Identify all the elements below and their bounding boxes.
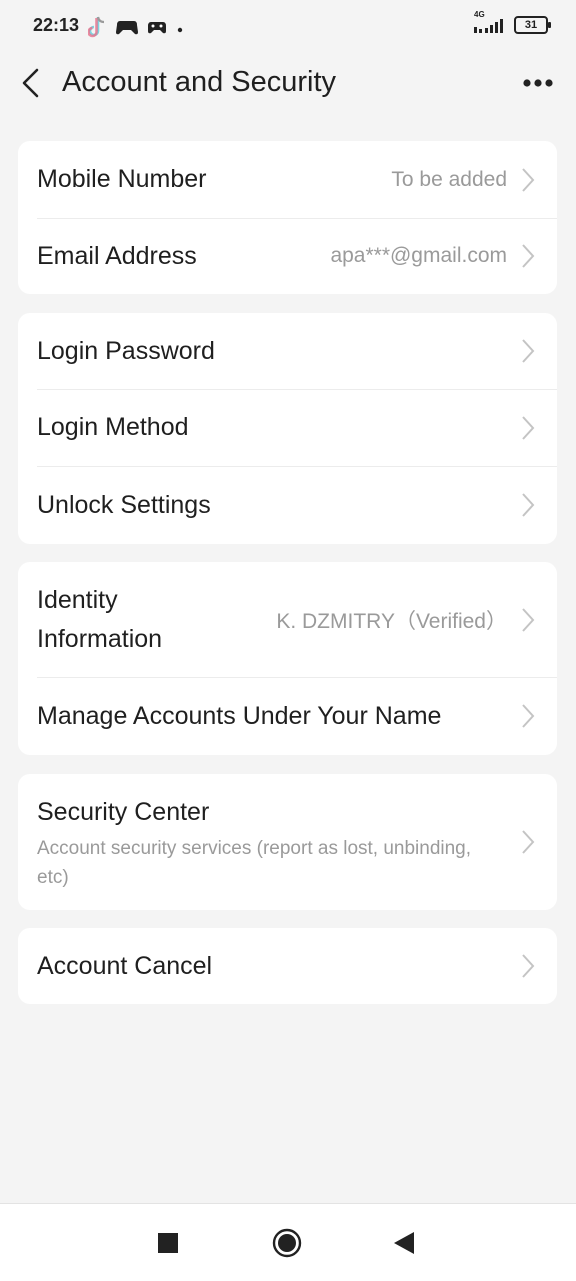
login-card: Login Password Login Method Unlock Setti… — [18, 313, 557, 544]
chevron-right-icon — [522, 954, 535, 978]
status-time: 22:13 — [33, 15, 80, 35]
gamepad-small-icon — [148, 20, 166, 39]
security-center-description: Account security services (report as los… — [37, 837, 472, 888]
security-center-label: Security Center — [37, 797, 210, 826]
signal-icon: 4G — [474, 11, 506, 35]
unlock-settings-label: Unlock Settings — [37, 490, 211, 519]
mobile-number-value: To be added — [391, 167, 507, 191]
system-nav-bar — [0, 1203, 576, 1281]
recents-button[interactable] — [158, 1233, 178, 1258]
account-cancel-row[interactable]: Account Cancel — [18, 928, 557, 1004]
contact-card: Mobile Number To be added Email Address … — [18, 141, 557, 294]
login-password-row[interactable]: Login Password — [18, 313, 557, 389]
recents-square-icon — [158, 1233, 178, 1253]
chevron-right-icon — [522, 830, 535, 854]
login-password-label: Login Password — [37, 336, 215, 365]
home-circle-icon — [272, 1228, 302, 1258]
security-center-card: Security Center Account security service… — [18, 774, 557, 910]
chevron-right-icon — [522, 244, 535, 268]
chevron-right-icon — [522, 704, 535, 728]
home-button[interactable] — [272, 1228, 302, 1263]
mobile-number-label: Mobile Number — [37, 165, 207, 193]
manage-accounts-label: Manage Accounts Under Your Name — [37, 701, 442, 730]
back-button[interactable] — [18, 66, 46, 100]
identity-label-line1: Identity — [37, 585, 118, 614]
login-method-row[interactable]: Login Method — [18, 389, 557, 466]
unlock-settings-row[interactable]: Unlock Settings — [18, 466, 557, 544]
more-dots-icon — [522, 79, 554, 98]
identity-label-line2: Information — [37, 624, 163, 653]
chevron-left-icon — [18, 68, 46, 104]
identity-card: Identity Information K. DZMITRY（Verified… — [18, 562, 557, 755]
back-triangle-icon — [394, 1232, 414, 1254]
account-cancel-card: Account Cancel — [18, 928, 557, 1004]
chevron-right-icon — [522, 493, 535, 517]
security-center-row[interactable]: Security Center Account security service… — [18, 774, 557, 910]
chevron-right-icon — [522, 339, 535, 363]
network-type: 4G — [474, 10, 485, 19]
identity-information-label: Identity Information — [37, 581, 162, 659]
email-address-value: apa***@gmail.com — [330, 244, 507, 267]
security-center-text: Security Center Account security service… — [37, 793, 521, 892]
notification-icons — [87, 16, 184, 43]
identity-verified-value: K. DZMITRY（Verified） — [276, 609, 507, 633]
login-method-label: Login Method — [37, 413, 189, 441]
app-header: Account and Security — [0, 56, 576, 112]
email-address-row[interactable]: Email Address apa***@gmail.com — [18, 218, 557, 294]
back-nav-button[interactable] — [394, 1232, 414, 1259]
more-button[interactable] — [522, 72, 554, 94]
manage-accounts-row[interactable]: Manage Accounts Under Your Name — [18, 677, 557, 755]
chevron-right-icon — [522, 167, 535, 192]
page-title: Account and Security — [62, 66, 337, 98]
email-address-label: Email Address — [37, 241, 197, 270]
system-icons: 4G 31 — [474, 11, 551, 35]
gamepad-icon — [116, 19, 138, 40]
tiktok-icon — [87, 16, 106, 43]
chevron-right-icon — [522, 607, 535, 632]
identity-information-row[interactable]: Identity Information K. DZMITRY（Verified… — [18, 562, 557, 677]
account-cancel-label: Account Cancel — [37, 951, 213, 980]
mobile-number-row[interactable]: Mobile Number To be added — [18, 141, 557, 218]
dot-icon — [176, 21, 184, 39]
battery-icon: 31 — [514, 16, 551, 34]
status-bar: 22:13 4G 31 — [0, 0, 576, 56]
chevron-right-icon — [522, 415, 535, 440]
